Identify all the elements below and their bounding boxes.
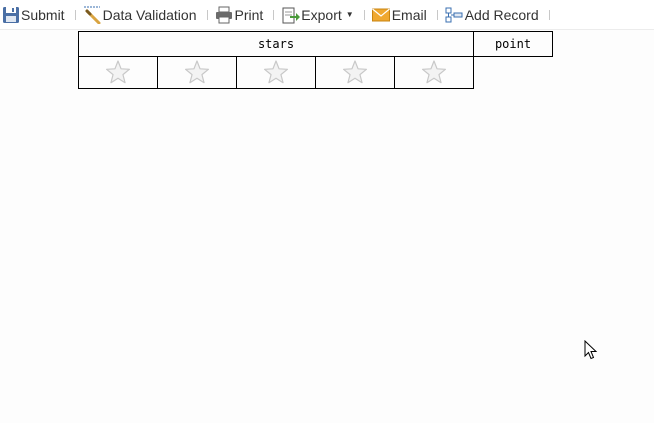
star-icon bbox=[421, 59, 447, 83]
star-cell-4[interactable] bbox=[315, 56, 395, 89]
export-button[interactable]: Export ▼ bbox=[281, 4, 354, 26]
add-record-icon bbox=[445, 5, 464, 24]
email-button[interactable]: Email bbox=[372, 4, 427, 26]
header-row: stars point bbox=[78, 31, 553, 57]
star-cell-3[interactable] bbox=[236, 56, 316, 89]
add-record-button[interactable]: Add Record bbox=[445, 4, 539, 26]
star-cell-1[interactable] bbox=[78, 56, 158, 89]
toolbar-separator bbox=[548, 9, 550, 20]
data-validation-label: Data Validation bbox=[102, 6, 197, 23]
floppy-disk-icon bbox=[1, 5, 20, 24]
star-icon bbox=[105, 59, 131, 83]
chevron-down-icon: ▼ bbox=[345, 10, 354, 19]
printer-icon bbox=[215, 5, 234, 24]
star-cell-5[interactable] bbox=[394, 56, 474, 89]
rating-row bbox=[78, 56, 553, 89]
rating-table: stars point bbox=[78, 31, 553, 89]
submit-button[interactable]: Submit bbox=[1, 4, 65, 26]
magic-wand-icon bbox=[83, 5, 102, 24]
star-cell-2[interactable] bbox=[157, 56, 237, 89]
report-toolbar: Submit Data Validation Print Export ▼ Em… bbox=[0, 0, 654, 30]
stars-header: stars bbox=[78, 31, 474, 57]
envelope-icon bbox=[372, 5, 391, 24]
point-header: point bbox=[473, 31, 553, 57]
add-record-label: Add Record bbox=[464, 6, 539, 23]
email-label: Email bbox=[391, 6, 427, 23]
toolbar-separator bbox=[436, 9, 438, 20]
mouse-pointer-icon bbox=[584, 339, 598, 365]
toolbar-separator bbox=[74, 9, 76, 20]
point-value-cell bbox=[474, 57, 553, 89]
toolbar-separator bbox=[206, 9, 208, 20]
export-label: Export bbox=[301, 6, 342, 23]
export-document-icon bbox=[281, 5, 300, 24]
toolbar-separator bbox=[273, 9, 275, 20]
toolbar-separator bbox=[363, 9, 365, 20]
star-icon bbox=[342, 59, 368, 83]
data-validation-button[interactable]: Data Validation bbox=[83, 4, 197, 26]
star-icon bbox=[263, 59, 289, 83]
print-label: Print bbox=[234, 6, 264, 23]
star-icon bbox=[184, 59, 210, 83]
print-button[interactable]: Print bbox=[215, 4, 264, 26]
submit-label: Submit bbox=[21, 6, 65, 23]
